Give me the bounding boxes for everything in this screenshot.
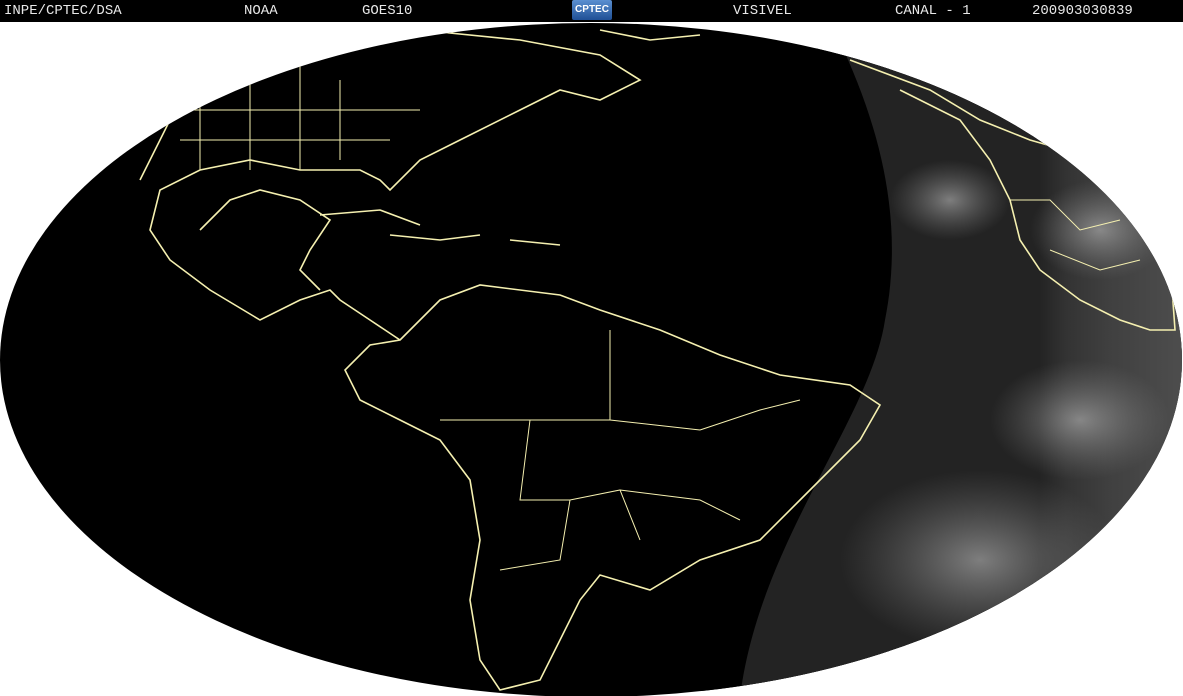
earth-disk [0,23,1182,696]
cptec-logo: CPTEC [572,0,612,20]
institution-label: INPE/CPTEC/DSA [4,3,122,19]
image-header: INPE/CPTEC/DSA NOAA GOES10 CPTEC VISIVEL… [0,0,1183,22]
satellite-image [0,22,1183,696]
agency-label: NOAA [244,3,278,19]
band-label: VISIVEL [733,3,792,19]
satellite-label: GOES10 [362,3,413,19]
channel-label: CANAL - 1 [895,3,971,19]
timestamp-label: 200903030839 [1032,3,1133,19]
